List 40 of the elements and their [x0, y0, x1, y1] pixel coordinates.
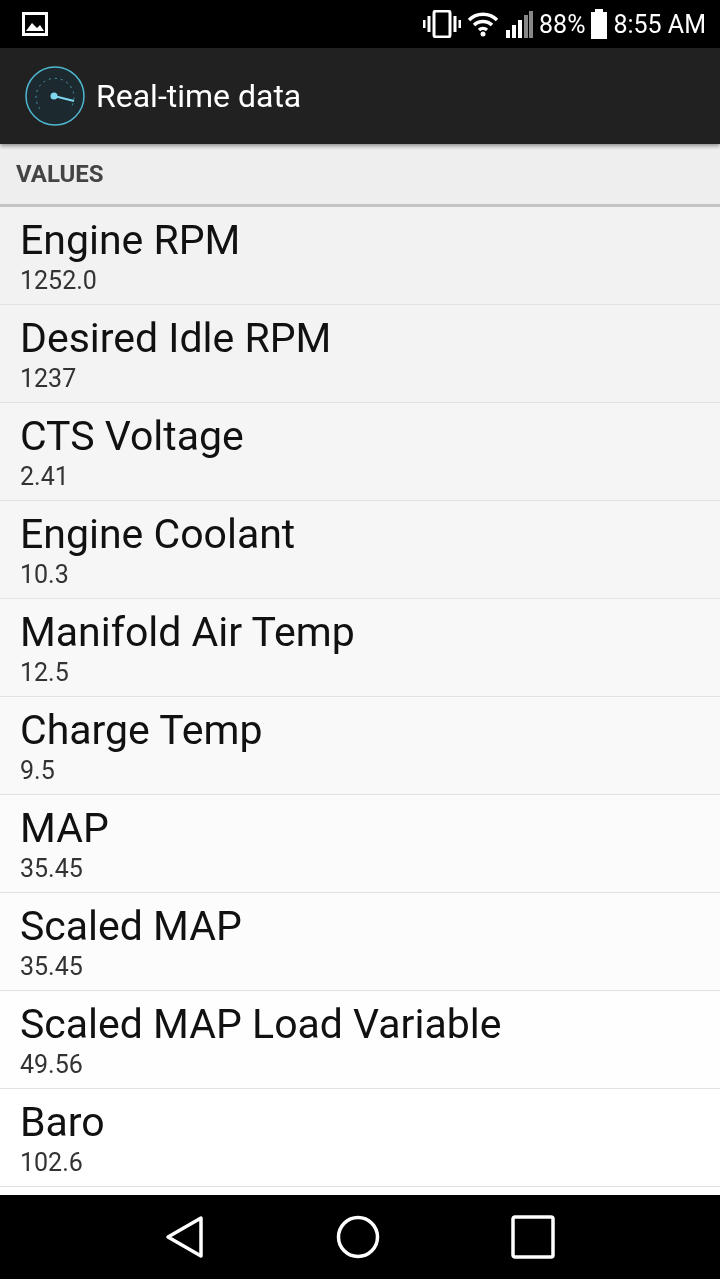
item-name: Desired Idle RPM [20, 312, 333, 363]
back-icon[interactable] [165, 1215, 206, 1259]
item-name: CTS Voltage [20, 410, 245, 461]
list-item[interactable]: MAP 35.45 [0, 795, 720, 893]
app-title: Real-time data [96, 77, 302, 115]
section-header: VALUES [16, 160, 104, 188]
gauge-icon[interactable] [24, 65, 86, 127]
item-value: 1237 [20, 362, 78, 395]
item-name: Engine RPM [20, 214, 242, 265]
item-value: 102.6 [20, 1146, 84, 1179]
item-name: Baro [20, 1096, 106, 1147]
item-value: 35.45 [20, 950, 84, 983]
item-value: 35.45 [20, 852, 84, 885]
battery-icon [591, 9, 608, 39]
item-name: MAP [20, 802, 110, 853]
item-value: 49.56 [20, 1048, 84, 1081]
clock: 8:55 AM [613, 9, 706, 39]
recents-icon[interactable] [510, 1215, 555, 1259]
item-name: Scaled MAP [20, 900, 243, 951]
item-value: 10.3 [20, 558, 70, 591]
item-value: 2.41 [20, 460, 70, 493]
image-icon [22, 12, 48, 36]
item-name: Scaled MAP Load Variable [20, 998, 503, 1049]
item-value: 12.5 [20, 656, 70, 689]
list-item[interactable]: Charge Temp 9.5 [0, 697, 720, 795]
item-name: Charge Temp [20, 704, 264, 755]
item-value: 9.5 [20, 754, 56, 787]
item-name: Manifold Air Temp [20, 606, 356, 657]
item-name: Engine Coolant [20, 508, 297, 559]
list-item[interactable]: Desired Idle RPM 1237 [0, 305, 720, 403]
home-icon[interactable] [336, 1215, 380, 1259]
list-item[interactable]: Engine Coolant 10.3 [0, 501, 720, 599]
list-item[interactable]: Engine RPM 1252.0 [0, 207, 720, 305]
battery-percent: 88% [539, 9, 586, 39]
wifi-icon [467, 11, 500, 37]
item-value: 1252.0 [20, 264, 98, 297]
signal-icon [505, 10, 534, 38]
vibrate-icon [423, 10, 462, 38]
list-item[interactable]: CTS Voltage 2.41 [0, 403, 720, 501]
list-item[interactable]: Manifold Air Temp 12.5 [0, 599, 720, 697]
